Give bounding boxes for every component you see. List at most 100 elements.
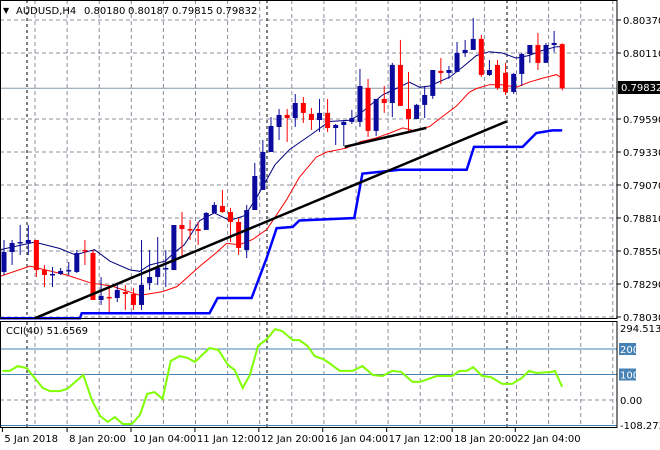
cci-line [2, 327, 564, 425]
bullish-candle [389, 62, 395, 117]
candle-body [462, 49, 468, 53]
candle-body [308, 113, 314, 121]
time-tick-label: 12 Jan 20:00 [261, 434, 324, 445]
cci-tick-label: 0.00 [620, 396, 642, 407]
candle-body [478, 38, 484, 75]
price-tick-label: 0.79590 [623, 115, 660, 126]
candle-body [551, 42, 557, 46]
candle-body [397, 64, 403, 106]
chart-header: ▼ AUDUSD,H4 0.80180 0.80187 0.79815 0.79… [3, 6, 257, 17]
candle-body [292, 103, 298, 118]
candle-body [219, 205, 225, 213]
candle-body [147, 277, 153, 283]
bullish-candle [462, 39, 468, 57]
open-price: 0.80180 [84, 6, 125, 17]
candle-body [454, 53, 460, 72]
symbol-dropdown-arrow-icon[interactable]: ▼ [3, 6, 10, 15]
cci-title: CCI(40) 51.6569 [6, 326, 88, 337]
time-tick-label: 16 Jan 04:00 [325, 434, 388, 445]
candle-body [414, 104, 420, 119]
candle-body [98, 295, 104, 300]
candle-body [486, 70, 492, 75]
candle-body [300, 103, 306, 113]
price-tick-label: 0.78290 [623, 280, 660, 291]
bullish-candle [527, 45, 533, 63]
bullish-candle [1, 239, 7, 275]
bullish-candle [341, 120, 347, 146]
bearish-candle [122, 285, 128, 311]
price-tick-label: 0.79330 [623, 148, 660, 159]
price-tick-label: 0.78550 [623, 247, 660, 258]
symbol-timeframe: AUDUSD,H4 [16, 6, 76, 17]
candle-body [260, 152, 266, 190]
candle-body [535, 45, 541, 63]
cci-tick-label: -108.2739 [620, 421, 660, 432]
bullish-candle [543, 42, 549, 63]
time-tick-label: 17 Jan 12:00 [389, 434, 452, 445]
candle-body [430, 70, 436, 96]
bearish-candle [494, 59, 500, 90]
candle-body [187, 229, 193, 231]
candle-body [422, 95, 428, 105]
candle-body [559, 44, 565, 89]
candle-body [494, 64, 500, 88]
bullish-candle [171, 224, 177, 271]
time-tick-label: 8 Jan 20:00 [69, 434, 126, 445]
candle-body [438, 70, 444, 73]
candle-body [381, 98, 387, 104]
candle-body [195, 229, 201, 231]
bearish-candle [179, 212, 185, 257]
candle-body [252, 175, 258, 211]
bullish-candle [292, 93, 298, 127]
candle-body [82, 249, 88, 252]
candle-body [333, 124, 339, 129]
candle-body [228, 212, 234, 222]
candle-body [139, 285, 145, 305]
candle-body [406, 108, 411, 119]
bearish-candle [478, 34, 484, 77]
bullish-candle [9, 239, 15, 265]
bearish-candle [130, 287, 136, 311]
low-price: 0.79815 [172, 6, 213, 17]
candle-body [130, 294, 136, 305]
bullish-candle [58, 268, 64, 275]
candle-body [106, 296, 112, 299]
bullish-candle [551, 30, 557, 52]
price-tick-label: 0.80370 [623, 16, 660, 27]
candle-body [163, 268, 169, 270]
candle-body [155, 268, 161, 278]
bullish-candle [252, 162, 258, 211]
time-tick-label: 5 Jan 2018 [4, 434, 58, 445]
candle-body [74, 253, 80, 272]
bearish-candle [365, 78, 371, 138]
bearish-candle [33, 239, 39, 278]
bullish-candle [511, 72, 517, 94]
bearish-candle [308, 107, 314, 130]
bullish-candle [163, 249, 169, 288]
candle-body [365, 87, 371, 131]
fast-moving-average-line [0, 46, 563, 272]
candle-body [122, 291, 128, 295]
cci-panel [0, 327, 617, 426]
price-chart[interactable]: 0.80370 0.80110 0.79590 0.79330 0.79070 0.788… [0, 0, 660, 450]
bullish-candle [276, 108, 282, 140]
candle-body [284, 114, 290, 118]
candle-body [349, 117, 355, 122]
candle-body [66, 270, 72, 272]
bullish-candle [430, 70, 436, 99]
candle-body [519, 54, 525, 74]
candle-body [511, 73, 517, 92]
bullish-candle [349, 109, 355, 124]
price-tick-label: 0.78810 [623, 214, 660, 225]
candle-body [527, 45, 533, 55]
candle-body [203, 212, 209, 230]
time-tick-label: 11 Jan 12:00 [197, 434, 260, 445]
candle-body [373, 98, 379, 131]
bullish-candle [211, 202, 217, 213]
candle-body [543, 45, 549, 63]
candle-body [325, 112, 331, 129]
bearish-candle [397, 39, 403, 106]
grid [0, 0, 617, 427]
candle-body [17, 241, 23, 244]
bullish-candle [357, 68, 363, 127]
